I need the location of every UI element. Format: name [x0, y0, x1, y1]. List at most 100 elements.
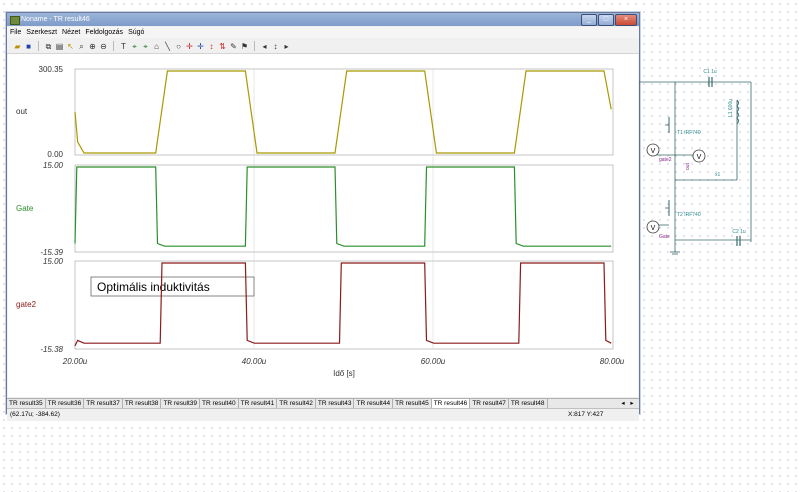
- out-ymin-label: 0.00: [47, 150, 63, 159]
- cursor-icon[interactable]: ↖: [66, 42, 75, 51]
- tab-tr-result43[interactable]: TR result43: [316, 399, 355, 408]
- tab-tr-result48[interactable]: TR result48: [509, 399, 548, 408]
- marker-icon[interactable]: ✛: [185, 42, 194, 51]
- flag-icon[interactable]: ⚑: [240, 42, 249, 51]
- voltmeter-out[interactable]: V out: [685, 149, 706, 170]
- toolbar-separator: [113, 41, 114, 51]
- plot-area[interactable]: 300.35 0.00 out 15.00 -15.39 Gate 15.00 …: [8, 54, 638, 397]
- x1-label: x1: [715, 172, 721, 178]
- gate-trace[interactable]: [74, 166, 612, 247]
- tab-scroll-right-icon[interactable]: ▸: [628, 399, 636, 408]
- marker4-icon[interactable]: ⇅: [218, 42, 227, 51]
- menu-view[interactable]: Nézet: [62, 27, 80, 38]
- t2-label: T2 IRF740: [677, 212, 701, 218]
- out-ymax-label: 300.35: [39, 65, 64, 74]
- gate-ymax-label: 15.00: [43, 161, 64, 170]
- nav-left-icon[interactable]: ◂: [260, 42, 269, 51]
- voltmeter-symbol: V: [651, 148, 656, 155]
- ground-icon: [670, 240, 680, 255]
- gate-ymin-label: -15.39: [40, 248, 63, 257]
- circuit-schematic[interactable]: C1 1u L1 600u T1 IRF740 T2 IRF740 V gate…: [639, 60, 759, 290]
- tab-tr-result47[interactable]: TR result47: [470, 399, 509, 408]
- zoom-in-icon[interactable]: ⊕: [88, 42, 97, 51]
- gate-axis-label: Gate: [16, 204, 34, 213]
- cursor-b-icon[interactable]: ⌖: [141, 42, 150, 51]
- menu-bar: File Szerkeszt Nézet Feldolgozás Súgó: [7, 27, 639, 38]
- transistor-t2[interactable]: T2 IRF740: [665, 200, 701, 218]
- result-window: Noname - TR result46 _ □ × File Szerkesz…: [6, 12, 640, 421]
- tab-tr-result46[interactable]: TR result46: [431, 399, 471, 408]
- tab-scroll-left-icon[interactable]: ◂: [619, 399, 627, 408]
- toolbar: ▰ ■ ⧉ ▤ ↖ ⌕ ⊕ ⊖ T ⌖ ⌖ ⌂ ╲ ○ ✛ ✛ ↕ ⇅ ✎ ⚑ …: [7, 39, 639, 54]
- out-plot-frame: [74, 68, 614, 156]
- voltmeter-gate2[interactable]: V gate2: [646, 143, 672, 163]
- status-bar: (62.17u; -384.62) X:817 Y:427: [7, 408, 639, 421]
- tab-tr-result40[interactable]: TR result40: [200, 399, 239, 408]
- tab-tr-result38[interactable]: TR result38: [123, 399, 162, 408]
- circle-icon[interactable]: ○: [174, 42, 183, 51]
- tab-tr-result44[interactable]: TR result44: [354, 399, 394, 408]
- home-icon[interactable]: ⌂: [152, 42, 161, 51]
- paste-icon[interactable]: ▤: [55, 42, 64, 51]
- menu-file[interactable]: File: [10, 27, 21, 38]
- pen-icon[interactable]: ✎: [229, 42, 238, 51]
- gridlines: [253, 69, 434, 349]
- menu-help[interactable]: Súgó: [128, 27, 144, 38]
- tab-tr-result35[interactable]: TR result35: [7, 399, 46, 408]
- tab-tr-result37[interactable]: TR result37: [84, 399, 123, 408]
- copy-icon[interactable]: ⧉: [44, 42, 53, 51]
- out-trace[interactable]: [74, 70, 612, 154]
- close-button[interactable]: ×: [615, 14, 637, 26]
- nav-updown-icon[interactable]: ↕: [271, 42, 280, 51]
- toolbar-separator: [254, 41, 255, 51]
- maximize-button[interactable]: □: [598, 14, 614, 26]
- voltmeter-gate[interactable]: V Gate: [646, 220, 670, 240]
- line-icon[interactable]: ╲: [163, 42, 172, 51]
- annotation-text: Optimális induktivitás: [97, 280, 210, 294]
- app-icon: [10, 16, 20, 25]
- zoom-out-icon[interactable]: ⊖: [99, 42, 108, 51]
- gate2-ymin-label: -15.38: [40, 345, 63, 354]
- menu-process[interactable]: Feldolgozás: [85, 27, 123, 38]
- gate-probe-label: Gate: [659, 234, 670, 240]
- open-folder-icon[interactable]: ▰: [13, 42, 22, 51]
- tab-tr-result41[interactable]: TR result41: [239, 399, 278, 408]
- capacitor-c1[interactable]: C1 1u: [703, 69, 717, 87]
- x-tick-label: 60.00u: [421, 357, 446, 366]
- voltmeter-symbol: V: [651, 225, 656, 232]
- zoom-icon[interactable]: ⌕: [77, 42, 86, 51]
- voltmeter-symbol: V: [697, 154, 702, 161]
- out-axis-label: out: [16, 107, 28, 116]
- tab-tr-result42[interactable]: TR result42: [277, 399, 316, 408]
- l1-label: L1 600u: [728, 99, 734, 117]
- transistor-t1[interactable]: T1 IRF740: [665, 117, 701, 136]
- text-icon[interactable]: T: [119, 42, 128, 51]
- c1-label: C1 1u: [703, 69, 717, 75]
- menu-edit[interactable]: Szerkeszt: [26, 27, 57, 38]
- marker2-icon[interactable]: ✛: [196, 42, 205, 51]
- marker3-icon[interactable]: ↕: [207, 42, 216, 51]
- gate2-probe-label: gate2: [659, 157, 672, 163]
- capacitor-c2[interactable]: C2 1u: [732, 229, 746, 246]
- schematic-wires: [639, 81, 752, 280]
- waveform-plots[interactable]: 300.35 0.00 out 15.00 -15.39 Gate 15.00 …: [8, 54, 638, 397]
- x-tick-label: 40.00u: [242, 357, 267, 366]
- toolbar-separator: [38, 41, 39, 51]
- tab-tr-result36[interactable]: TR result36: [46, 399, 85, 408]
- gate2-plot-frame: [74, 260, 614, 350]
- cursor-position-readout: X:817 Y:427: [568, 411, 604, 418]
- gate2-axis-label: gate2: [16, 300, 37, 309]
- save-icon[interactable]: ■: [24, 42, 33, 51]
- gate2-ymax-label: 15.00: [43, 257, 64, 266]
- cursor-a-icon[interactable]: ⌖: [130, 42, 139, 51]
- x-axis-title: Idő [s]: [333, 369, 355, 378]
- tab-tr-result45[interactable]: TR result45: [393, 399, 432, 408]
- t1-label: T1 IRF740: [677, 130, 701, 136]
- minimize-button[interactable]: _: [581, 14, 597, 26]
- window-title: Noname - TR result46: [21, 16, 90, 23]
- title-bar[interactable]: Noname - TR result46 _ □ ×: [7, 13, 639, 26]
- cursor-value-readout: (62.17u; -384.62): [10, 411, 60, 418]
- tab-tr-result39[interactable]: TR result39: [161, 399, 201, 408]
- nav-right-icon[interactable]: ▸: [282, 42, 291, 51]
- gate2-trace[interactable]: [74, 262, 612, 347]
